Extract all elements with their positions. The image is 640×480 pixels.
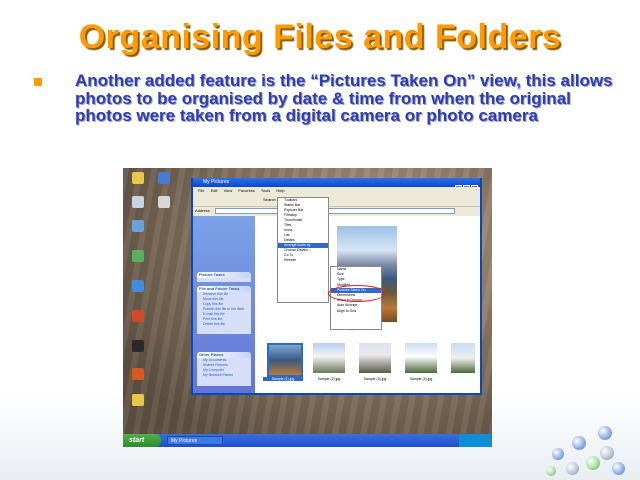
thumbnail-label: Sample (3).jpg bbox=[363, 377, 387, 381]
picture-tasks-box: Picture Tasks bbox=[197, 272, 251, 282]
start-button: start bbox=[123, 434, 161, 447]
menu-favorites: Favorites bbox=[238, 188, 255, 193]
desktop-icon bbox=[127, 220, 149, 234]
desktop-icon bbox=[127, 368, 149, 382]
thumbnail bbox=[267, 343, 303, 377]
slide-title: Organising Files and Folders bbox=[78, 18, 562, 56]
menu-view: View bbox=[223, 188, 233, 193]
toolbar: Search Folders bbox=[193, 194, 480, 207]
address-label: Address bbox=[195, 208, 210, 213]
thumbnail-label: Sample (1).jpg bbox=[263, 377, 303, 381]
view-menu-item: Refresh bbox=[284, 258, 297, 262]
address-bar: Address bbox=[193, 207, 480, 215]
thumbnail bbox=[359, 343, 391, 373]
menu-file: File bbox=[198, 188, 205, 193]
other-places-box: Other Places My Documents Shared Picture… bbox=[197, 352, 251, 386]
desktop-icon bbox=[127, 172, 149, 186]
picture-tasks-header: Picture Tasks bbox=[197, 272, 251, 278]
explorer-window: My Pictures File Edit View Favorites Too… bbox=[191, 178, 482, 395]
menu-bar: File Edit View Favorites Tools Help bbox=[193, 187, 480, 194]
desktop-icon bbox=[153, 196, 175, 210]
desktop-icon bbox=[127, 310, 149, 324]
window-titlebar: My Pictures bbox=[193, 178, 480, 187]
deco-dot bbox=[598, 426, 612, 440]
thumbnail bbox=[451, 343, 475, 373]
thumbnail bbox=[405, 343, 437, 373]
deco-dot bbox=[572, 436, 586, 450]
thumbnail-label: Sample (4).jpg bbox=[409, 377, 433, 381]
bullet-marker bbox=[34, 78, 42, 86]
search-button: Search bbox=[263, 197, 276, 202]
desktop-icon bbox=[127, 340, 149, 354]
desktop-icon bbox=[127, 394, 149, 408]
file-tasks-box: File and Folder Tasks Rename this file M… bbox=[197, 286, 251, 334]
thumbnail bbox=[313, 343, 345, 373]
deco-dot bbox=[612, 462, 625, 475]
task-pane: Picture Tasks File and Folder Tasks Rena… bbox=[193, 216, 255, 393]
deco-dot bbox=[586, 456, 600, 470]
highlight-ring bbox=[328, 285, 386, 302]
explorer-screenshot: My Pictures File Edit View Favorites Too… bbox=[123, 168, 492, 447]
menu-edit: Edit bbox=[210, 188, 218, 193]
system-tray bbox=[459, 434, 492, 447]
deco-dot bbox=[552, 448, 564, 460]
deco-dot bbox=[600, 446, 614, 460]
filmstrip: Sample (1).jpg Sample (2).jpg Sample (3)… bbox=[255, 339, 480, 393]
window-controls bbox=[454, 179, 478, 192]
view-menu: Toolbars Status Bar Explorer Bar Filmstr… bbox=[277, 197, 329, 303]
desktop-icon bbox=[127, 250, 149, 264]
bullet-text: Another added feature is the “Pictures T… bbox=[75, 71, 613, 125]
menu-help: Help bbox=[276, 188, 285, 193]
menu-tools: Tools bbox=[260, 188, 271, 193]
desktop-icon bbox=[127, 280, 149, 294]
desktop-icon bbox=[127, 196, 149, 210]
arrange-item: Align to Grid bbox=[337, 308, 357, 313]
taskbar-item: My Pictures bbox=[167, 436, 223, 445]
deco-dot bbox=[566, 462, 579, 475]
thumbnail-label: Sample (2).jpg bbox=[317, 377, 341, 381]
desktop-icon bbox=[153, 172, 175, 186]
deco-dot bbox=[546, 466, 556, 476]
file-task-item: Delete this file bbox=[203, 322, 225, 326]
other-place-item: My Network Places bbox=[203, 373, 233, 377]
address-field bbox=[215, 208, 455, 214]
